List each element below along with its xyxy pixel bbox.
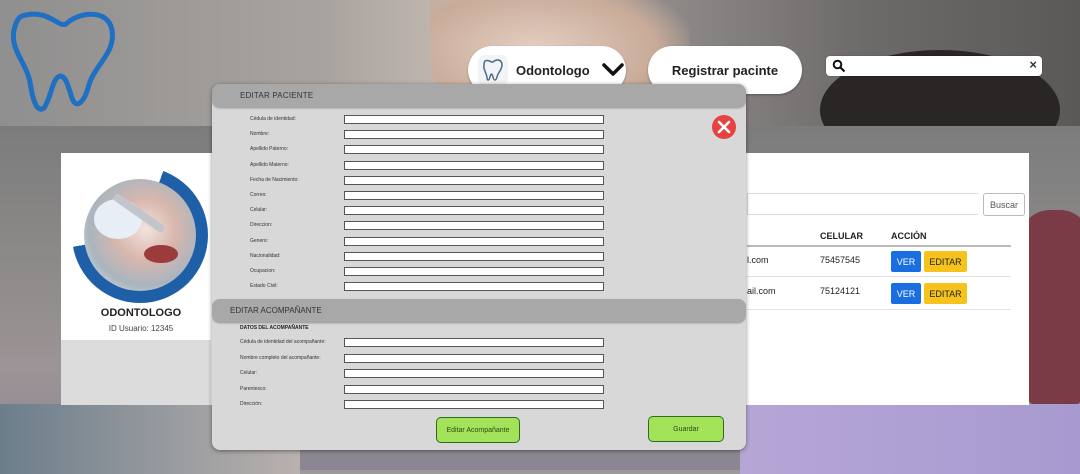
form-row: Nacionalidad: xyxy=(250,251,604,262)
field-label: Correo: xyxy=(250,192,267,198)
field-label: Apellido Materno: xyxy=(250,161,289,168)
table-row-divider xyxy=(747,276,1011,277)
column-header-accion: ACCIÓN xyxy=(891,231,927,241)
field-label: Nacionalidad: xyxy=(250,252,281,259)
table-header-divider xyxy=(747,245,1011,247)
text-field[interactable] xyxy=(344,236,604,246)
field-label: Cédula de identidad: xyxy=(250,116,296,122)
form-row: Celular: xyxy=(250,206,604,216)
text-field[interactable] xyxy=(344,175,604,185)
profile-role: ODONTOLOGO xyxy=(100,307,182,319)
form-row: Cédula de identidad del acompañante: xyxy=(240,338,604,348)
avatar xyxy=(84,179,196,291)
text-field[interactable] xyxy=(344,282,604,292)
profile-footer xyxy=(61,340,211,405)
form-row: Dirección: xyxy=(240,400,604,410)
field-label: Ocupacion: xyxy=(250,268,276,274)
tooth-logo-icon xyxy=(10,11,115,112)
form-row: Nombre completo del acompañante: xyxy=(240,353,604,364)
form-row: Parentesco: xyxy=(240,384,604,395)
search-input[interactable]: × xyxy=(826,56,1042,76)
modal-title: EDITAR PACIENTE xyxy=(240,91,314,100)
companion-subtitle: DATOS DEL ACOMPAÑANTE xyxy=(240,325,309,331)
text-field[interactable] xyxy=(344,160,604,170)
text-field[interactable] xyxy=(344,191,604,200)
form-row: Nombre: xyxy=(250,130,604,140)
field-label: Parentesco: xyxy=(240,385,267,392)
table-cell-email: ail.com xyxy=(747,286,776,296)
text-field[interactable] xyxy=(344,369,604,378)
table-cell-phone: 75457545 xyxy=(820,255,861,265)
field-label: Fecha de Nacimiento: xyxy=(250,176,299,183)
field-label: Direccion: xyxy=(250,222,273,229)
field-label: Dirección: xyxy=(240,401,263,407)
close-icon xyxy=(717,120,731,134)
text-field[interactable] xyxy=(344,267,604,276)
close-modal-button[interactable] xyxy=(712,115,736,139)
text-field[interactable] xyxy=(344,353,604,363)
table-search-input[interactable] xyxy=(747,193,978,215)
edit-patient-modal: EDITAR PACIENTE Cédula de identidad: Nomb… xyxy=(212,84,746,450)
tooth-icon xyxy=(478,55,508,85)
text-field[interactable] xyxy=(344,130,604,140)
field-label: Estado Civil: xyxy=(250,283,278,290)
role-dropdown-label: Odontologo xyxy=(516,62,590,78)
form-row: Fecha de Nacimiento: xyxy=(250,175,604,186)
view-button[interactable]: VER xyxy=(891,283,921,304)
background-photo-scrubs xyxy=(740,404,1080,474)
form-row: Genero: xyxy=(250,236,604,247)
text-field[interactable] xyxy=(344,338,604,347)
column-header-celular: CELULAR xyxy=(820,231,863,241)
text-field[interactable] xyxy=(344,206,604,216)
companion-section-header: EDITAR ACOMPAÑANTE xyxy=(212,299,746,322)
field-label: Celular: xyxy=(240,370,258,376)
text-field[interactable] xyxy=(344,251,604,261)
profile-user-id: ID Usuario: 12345 xyxy=(108,324,174,333)
edit-button[interactable]: EDITAR xyxy=(924,251,967,272)
form-row: Direccion: xyxy=(250,221,604,231)
text-field[interactable] xyxy=(344,221,604,231)
field-label: Nombre completo del acompañante: xyxy=(240,354,321,361)
table-cell-phone: 75124121 xyxy=(820,286,861,296)
table-cell-email: l.com xyxy=(747,255,769,265)
save-button[interactable]: Guardar xyxy=(648,416,724,442)
form-row: Correo: xyxy=(250,191,604,201)
field-label: Genero: xyxy=(250,237,269,244)
edit-companion-button[interactable]: Editar Acompañante xyxy=(436,417,520,443)
form-row: Apellido Paterno: xyxy=(250,145,604,155)
close-icon[interactable]: × xyxy=(1029,57,1037,72)
form-row: Estado Civil: xyxy=(250,282,604,292)
form-row: Ocupacion: xyxy=(250,267,604,277)
background-photo-chair xyxy=(1020,210,1080,410)
text-field[interactable] xyxy=(344,400,604,409)
chevron-down-icon xyxy=(601,63,624,76)
table-row-divider xyxy=(747,309,1011,310)
profile-card: ODONTOLOGO ID Usuario: 12345 xyxy=(61,153,211,340)
search-icon xyxy=(832,59,846,73)
form-row: Apellido Materno: xyxy=(250,160,604,171)
field-label: Apellido Paterno: xyxy=(250,146,289,153)
edit-button[interactable]: EDITAR xyxy=(924,283,967,304)
companion-section-title: EDITAR ACOMPAÑANTE xyxy=(230,306,322,315)
view-button[interactable]: VER xyxy=(891,251,921,272)
field-label: Nombre: xyxy=(250,131,270,138)
field-label: Cédula de identidad del acompañante: xyxy=(240,339,326,345)
modal-header: EDITAR PACIENTE xyxy=(212,84,746,107)
form-row: Cédula de identidad: xyxy=(250,115,604,125)
table-search-button[interactable]: Buscar xyxy=(983,193,1025,216)
field-label: Celular: xyxy=(250,207,268,214)
text-field[interactable] xyxy=(344,115,604,124)
form-row: Celular: xyxy=(240,369,604,379)
text-field[interactable] xyxy=(344,145,604,155)
text-field[interactable] xyxy=(344,384,604,394)
